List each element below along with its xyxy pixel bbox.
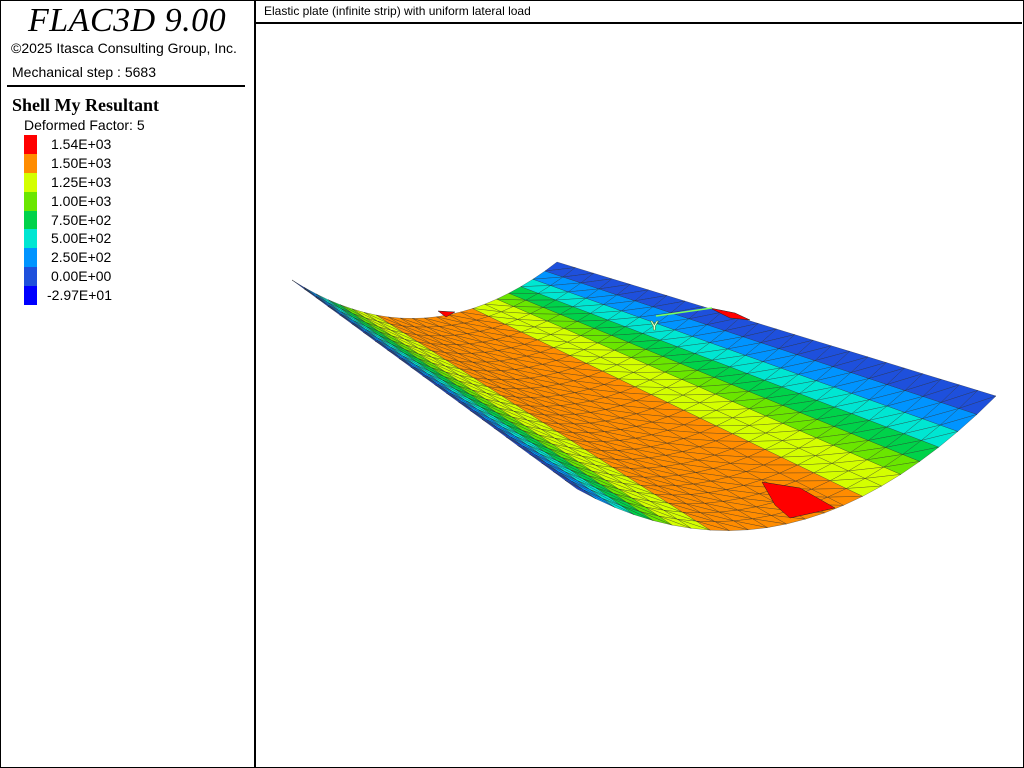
legend-panel: FLAC3D 9.00 ©2025 Itasca Consulting Grou… [0, 0, 256, 768]
deformed-factor: Deformed Factor: 5 [24, 117, 145, 133]
legend-label: -2.97E+01 [47, 287, 112, 304]
legend-swatch [24, 135, 37, 154]
title-bar: Elastic plate (infinite strip) with unif… [256, 0, 1022, 24]
legend-label: 1.25E+03 [51, 173, 112, 190]
deformed-plate-plot[interactable]: Y [258, 26, 1022, 766]
legend-swatch [24, 191, 37, 211]
plate-mesh [291, 261, 997, 531]
legend-swatch [24, 229, 37, 249]
legend-swatch [24, 172, 37, 192]
copyright-text: ©2025 Itasca Consulting Group, Inc. [11, 40, 237, 56]
legend-label: 1.00E+03 [51, 192, 112, 209]
legend-label: 0.00E+00 [51, 268, 112, 285]
model-title: Elastic plate (infinite strip) with unif… [264, 4, 531, 18]
app-title: FLAC3D 9.00 [28, 2, 227, 39]
legend-label: 1.50E+03 [51, 154, 112, 171]
axis-label-y: Y [650, 318, 659, 333]
legend-label: 5.00E+02 [51, 230, 112, 247]
legend-label: 1.54E+03 [51, 136, 112, 152]
legend-divider [7, 85, 245, 87]
legend-swatch [24, 210, 37, 230]
legend-swatch [24, 286, 37, 306]
legend-swatch [24, 248, 37, 268]
legend-label: 7.50E+02 [51, 211, 112, 228]
mechanical-step: Mechanical step : 5683 [12, 64, 156, 80]
legend-swatch [24, 267, 37, 287]
model-viewport[interactable]: Y [258, 26, 1022, 766]
plot-title: Shell My Resultant [12, 95, 160, 115]
legend-swatch [24, 153, 37, 173]
legend-label: 2.50E+02 [51, 249, 112, 266]
mesh-element [303, 287, 329, 304]
